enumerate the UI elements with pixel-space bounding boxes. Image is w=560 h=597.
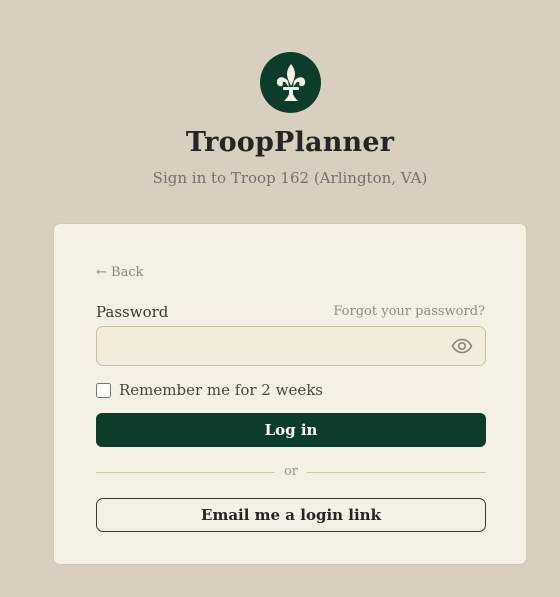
password-label: Password <box>96 303 169 321</box>
back-link[interactable]: ← Back <box>96 265 144 280</box>
email-login-link-button[interactable]: Email me a login link <box>96 498 486 532</box>
log-in-button[interactable]: Log in <box>96 413 486 447</box>
fleur-de-lis-icon <box>276 63 305 101</box>
password-input[interactable] <box>96 326 486 366</box>
remember-me-label: Remember me for 2 weeks <box>119 381 323 399</box>
app-title: TroopPlanner <box>185 127 395 158</box>
divider-line-left <box>96 472 275 473</box>
login-card: ← Back Password Forgot your password? Re… <box>53 223 527 565</box>
remember-me-checkbox[interactable] <box>96 383 111 398</box>
show-password-button[interactable] <box>450 336 474 356</box>
divider-line-right <box>307 472 486 473</box>
troop-subtitle: Sign in to Troop 162 (Arlington, VA) <box>152 169 428 187</box>
troop-logo <box>260 52 321 113</box>
forgot-password-link[interactable]: Forgot your password? <box>333 304 485 319</box>
divider-or-text: or <box>283 464 299 479</box>
eye-icon <box>451 338 473 354</box>
